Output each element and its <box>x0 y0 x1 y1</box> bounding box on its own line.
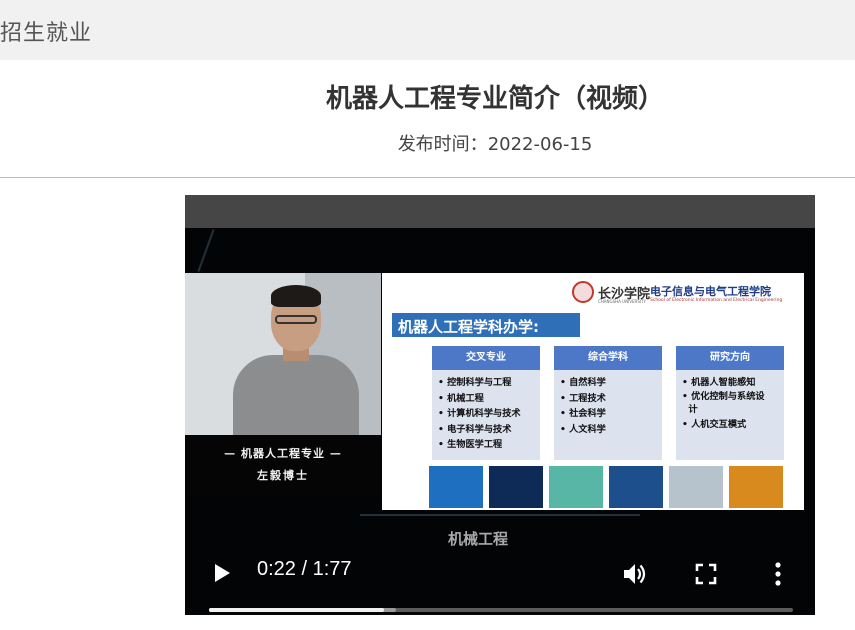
column-item: • 电子科学与技术 <box>438 423 512 435</box>
publish-date: 发布时间：2022-06-15 <box>0 130 855 156</box>
volume-icon[interactable] <box>622 562 648 586</box>
publish-date-label: 发布时间： <box>397 134 488 155</box>
column-item: • 机器人智能感知 <box>682 377 756 388</box>
article-title: 机器人工程专业简介（视频） <box>325 84 664 114</box>
college-name: 电子信息与电气工程学院 <box>650 285 771 298</box>
college-name-en: School of Electronic Information and Ele… <box>650 298 783 303</box>
video-top-bar <box>185 195 815 228</box>
column-item: • 优化控制与系统设 <box>682 390 765 402</box>
column-heading: 综合学科 <box>554 346 662 370</box>
more-vert-icon[interactable] <box>773 561 783 587</box>
slide-column-cross-majors: 交叉专业 • 控制科学与工程 • 机械工程 • 计算机科学与技术 • 电子科学与… <box>432 346 540 460</box>
fullscreen-icon[interactable] <box>695 563 717 585</box>
decor-line <box>360 514 640 516</box>
column-item: • 自然科学 <box>560 377 606 388</box>
presenter-caption: — 机器人工程专业 — 左毅博士 <box>185 435 381 497</box>
connected-earth-icon <box>489 466 543 508</box>
presenter-caption-title: — 机器人工程专业 — <box>224 447 342 460</box>
slide-thumbnails <box>429 466 785 508</box>
time-display: 0:22 / 1:77 <box>257 558 352 580</box>
column-item: • 社会科学 <box>560 408 606 419</box>
column-heading: 交叉专业 <box>432 346 540 370</box>
seek-bar[interactable] <box>209 608 793 612</box>
column-item: • 工程技术 <box>560 392 606 404</box>
presenter-caption-name: 左毅博士 <box>257 469 309 482</box>
column-item: • 人文科学 <box>560 423 606 435</box>
column-item: • 计算机科学与技术 <box>438 408 521 419</box>
column-heading: 研究方向 <box>676 346 784 370</box>
slide-banner: 机器人工程学科办学: <box>392 313 580 337</box>
seek-bar-progress <box>209 608 385 612</box>
column-item: • 人机交互模式 <box>682 418 747 430</box>
decor-line <box>197 229 215 272</box>
optics-lens-icon <box>669 466 723 508</box>
5g-network-icon <box>429 466 483 508</box>
column-item: • 控制科学与工程 <box>438 377 512 388</box>
publish-date-value: 2022-06-15 <box>487 134 593 155</box>
recycling-cycle-icon <box>549 466 603 508</box>
lecture-slide: 长沙学院 CHANGSHA UNIVERSITY 电子信息与电气工程学院 Sch… <box>382 273 804 510</box>
column-item: • 生物医学工程 <box>438 439 503 450</box>
play-icon[interactable] <box>215 564 230 582</box>
video-frame[interactable]: — 机器人工程专业 — 左毅博士 长沙学院 CHANGSHA UNIVERSIT… <box>185 228 815 615</box>
breadcrumb-link[interactable]: 招生就业 <box>0 15 92 47</box>
divider <box>0 177 855 178</box>
column-item: • 机械工程 <box>438 392 484 404</box>
breadcrumb-bar: 招生就业 <box>0 0 855 60</box>
slide-column-research: 研究方向 • 机器人智能感知 • 优化控制与系统设 计 • 人机交互模式 <box>676 346 784 460</box>
industrial-robot-arm-icon <box>729 466 783 508</box>
column-item: 计 <box>682 403 698 415</box>
presenter-video <box>185 273 381 435</box>
microchip-icon <box>609 466 663 508</box>
university-logo-icon <box>572 281 594 303</box>
video-controls: 0:22 / 1:77 <box>185 544 815 615</box>
slide-column-comprehensive: 综合学科 • 自然科学 • 工程技术 • 社会科学 • 人文科学 <box>554 346 662 460</box>
university-logo-subtext: CHANGSHA UNIVERSITY <box>598 299 646 304</box>
video-player[interactable]: — 机器人工程专业 — 左毅博士 长沙学院 CHANGSHA UNIVERSIT… <box>185 195 815 615</box>
